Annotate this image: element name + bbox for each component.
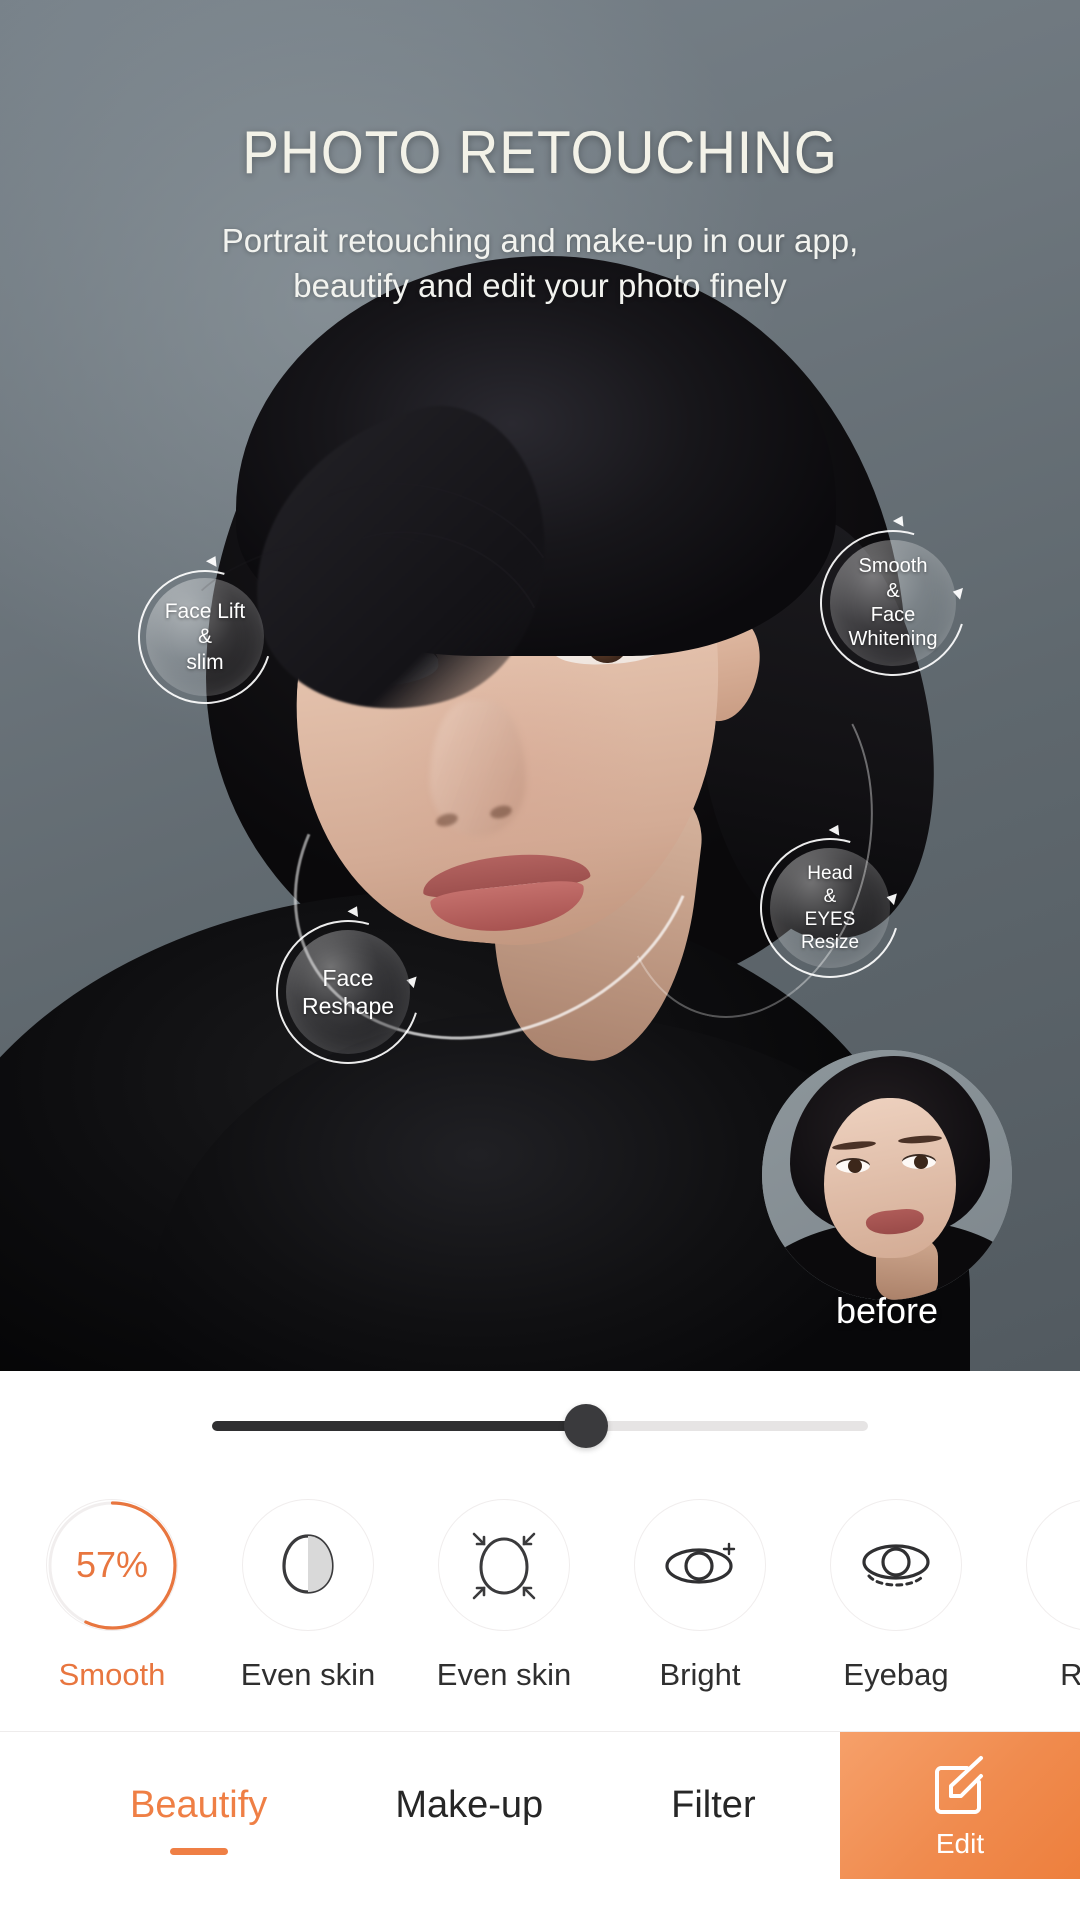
tab-beautify-label: Beautify: [130, 1784, 268, 1826]
slider-filled-track: [212, 1421, 586, 1431]
tab-group: Beautify Make-up Filter: [0, 1732, 840, 1879]
tool-even-skin-icon-wrap: [242, 1499, 374, 1631]
callout-line: slim: [186, 650, 224, 674]
progress-ring-icon: [47, 1500, 177, 1630]
subtitle-line-2: beautify and edit your photo finely: [293, 267, 787, 304]
page-subtitle: Portrait retouching and make-up in our a…: [0, 218, 1080, 308]
edit-button-label: Edit: [935, 1827, 985, 1859]
before-label: before: [835, 1290, 939, 1331]
callout-line: Smooth: [858, 555, 928, 578]
before-thumbnail-image: [762, 1050, 1012, 1300]
callout-line: Whitening: [848, 628, 938, 651]
tool-bright-icon-wrap: [634, 1499, 766, 1631]
bottom-tab-bar: Beautify Make-up Filter Edit: [0, 1731, 1080, 1879]
tab-filter-label: Filter: [671, 1784, 756, 1826]
eye-dashed-underline-icon: [862, 1544, 930, 1587]
callout-line: &: [197, 625, 212, 649]
tool-bright-label: Bright: [659, 1657, 741, 1692]
edit-button[interactable]: Edit: [840, 1732, 1080, 1879]
callout-line: &: [823, 885, 837, 907]
half-filled-face-icon: [282, 1534, 334, 1594]
callout-line: EYES Resize: [800, 909, 860, 954]
tab-make-up[interactable]: Make-up: [395, 1784, 543, 1827]
callout-face-lift[interactable]: Face Lift & slim: [146, 578, 264, 696]
controls-panel: 57% Smooth Even skin Even skin Bright Ey…: [0, 1371, 1080, 1920]
pencil-square-icon: [935, 1755, 983, 1814]
beautify-tool-list[interactable]: 57% Smooth Even skin Even skin Bright Ey…: [46, 1481, 1080, 1731]
callout-smooth-face-whitening[interactable]: Smooth & Face Whitening: [830, 540, 956, 666]
callout-head-eyes-resize[interactable]: Head & EYES Resize: [770, 848, 890, 968]
tab-filter[interactable]: Filter: [671, 1784, 755, 1827]
callout-line: &: [886, 579, 900, 602]
thumbnail-iris-left: [848, 1159, 862, 1173]
tool-eyebag[interactable]: Eyebag: [830, 1499, 962, 1693]
callout-line: Head: [807, 862, 853, 884]
before-preview-thumbnail[interactable]: [762, 1050, 1012, 1300]
intensity-slider[interactable]: [212, 1404, 868, 1448]
callout-line: Face Lift: [164, 599, 246, 623]
tool-rhinoplasty[interactable]: Rhin: [1026, 1499, 1080, 1693]
tool-eyebag-label: Eyebag: [843, 1657, 949, 1692]
tool-eyebag-icon-wrap: [830, 1499, 962, 1631]
photo-preview-stage[interactable]: PHOTO RETOUCHING Portrait retouching and…: [0, 0, 1080, 1371]
subtitle-line-1: Portrait retouching and make-up in our a…: [221, 222, 859, 259]
tool-rhinoplasty-icon-wrap: [1026, 1499, 1080, 1631]
active-tab-indicator: [169, 1848, 228, 1855]
tool-smooth-icon-wrap: 57%: [46, 1499, 178, 1631]
tool-smooth-label: Smooth: [58, 1657, 166, 1692]
tool-even-skin-tone[interactable]: Even skin: [240, 1499, 376, 1693]
slider-thumb[interactable]: [563, 1404, 608, 1448]
tool-even-skin-resize-label: Even skin: [436, 1657, 572, 1692]
nose-icon: [1062, 1528, 1080, 1602]
tool-even-skin-resize[interactable]: Even skin: [436, 1499, 572, 1693]
tab-make-up-label: Make-up: [395, 1784, 544, 1826]
callout-line: Face: [322, 964, 374, 991]
tool-even-skin-tone-label: Even skin: [240, 1657, 376, 1692]
face-resize-arrows-icon: [472, 1532, 536, 1600]
callout-face-reshape[interactable]: Face Reshape: [286, 930, 410, 1054]
thumbnail-iris-right: [914, 1155, 928, 1169]
app-root: PHOTO RETOUCHING Portrait retouching and…: [0, 0, 1080, 1920]
eye-sparkle-icon: [665, 1542, 736, 1584]
page-title: PHOTO RETOUCHING: [242, 119, 838, 186]
tab-beautify[interactable]: Beautify: [130, 1784, 268, 1855]
callout-line: Reshape: [301, 993, 395, 1019]
tool-rhinoplasty-label: Rhin: [1060, 1657, 1080, 1692]
tool-smooth[interactable]: 57% Smooth: [46, 1499, 178, 1693]
tool-bright[interactable]: Bright: [634, 1499, 766, 1693]
tool-face-resize-icon-wrap: [438, 1499, 570, 1631]
intensity-slider-row: [0, 1371, 1080, 1481]
callout-line: Face: [870, 604, 916, 626]
